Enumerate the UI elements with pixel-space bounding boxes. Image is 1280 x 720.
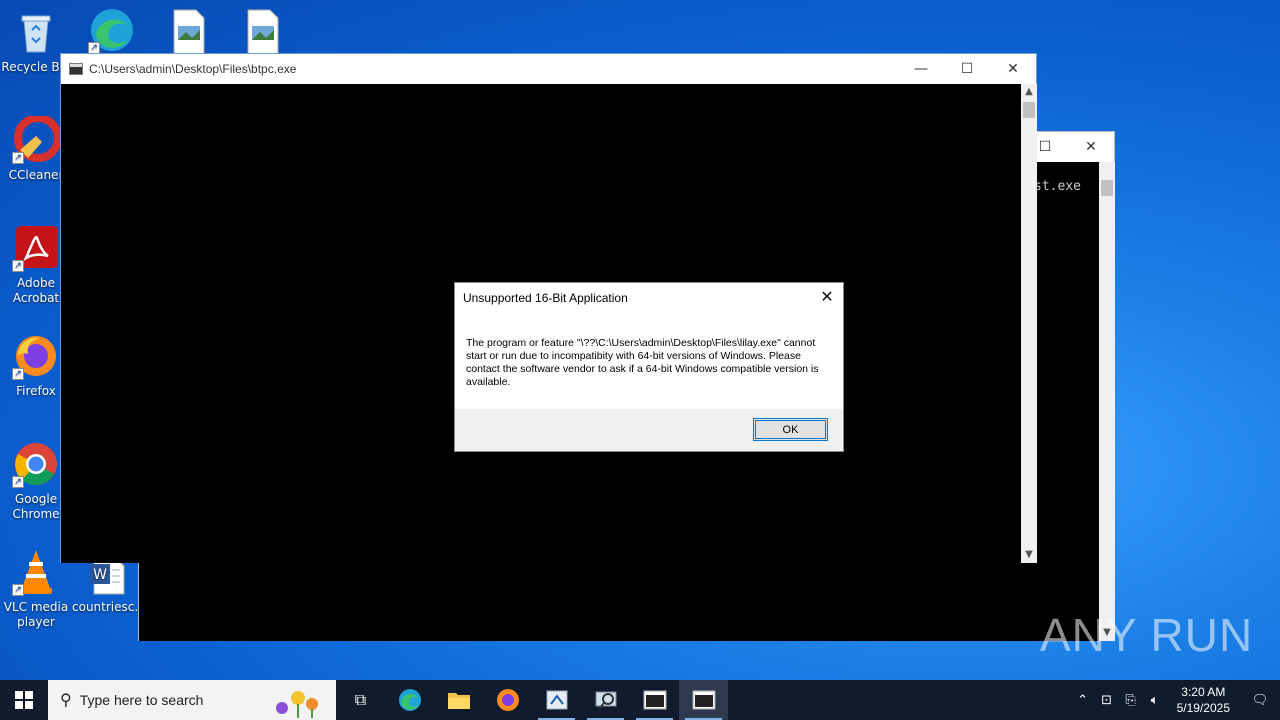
taskbar-search-box[interactable]: ⚲ Type here to search: [48, 680, 336, 720]
search-placeholder: Type here to search: [79, 692, 204, 708]
edge-icon: ↗: [88, 6, 136, 54]
close-icon[interactable]: ✕: [990, 54, 1036, 84]
ccleaner-icon: ↗: [12, 114, 62, 164]
taskbar-edge-icon[interactable]: [385, 680, 434, 720]
shortcut-arrow-icon: ↗: [12, 584, 24, 596]
firefox-icon: ↗: [12, 332, 60, 380]
watermark: ANY RUN: [1040, 609, 1254, 661]
shortcut-arrow-icon: ↗: [12, 368, 24, 380]
scrollbar-thumb[interactable]: [1101, 180, 1113, 196]
task-view-icon[interactable]: ⧉: [336, 680, 385, 720]
scroll-down-arrow-icon[interactable]: ▼: [1021, 547, 1037, 563]
notifications-icon[interactable]: 🗨︎: [1240, 693, 1280, 708]
taskbar-app-icon-1[interactable]: [532, 680, 581, 720]
clock-date: 5/19/2025: [1176, 701, 1230, 715]
clock-time: 3:20 AM: [1181, 685, 1226, 699]
start-button[interactable]: [0, 680, 48, 720]
taskbar-firefox-icon[interactable]: [483, 680, 532, 720]
shortcut-arrow-icon: ↗: [12, 476, 24, 488]
background-console-text: st.exe: [1034, 179, 1081, 194]
taskbar-console-icon-1[interactable]: [630, 680, 679, 720]
window-title: C:\Users\admin\Desktop\Files\btpc.exe: [89, 62, 297, 76]
system-tray: ⌃ ⊡ ⎘ 🔈︎ 3:20 AM 5/19/2025 🗨︎: [1071, 680, 1280, 720]
desktop-icon-label: countriesc...: [72, 600, 146, 614]
main-window-titlebar[interactable]: C:\Users\admin\Desktop\Files\btpc.exe — …: [61, 54, 1036, 84]
taskbar: ⚲ Type here to search ⧉ ⌃ ⊡ ⎘ 🔈︎ 3:20 AM…: [0, 680, 1280, 720]
vlc-icon: ↗: [12, 548, 60, 596]
dialog-close-icon[interactable]: ✕: [817, 287, 837, 307]
desktop-icon-edge[interactable]: ↗: [76, 6, 148, 58]
device-icon[interactable]: ⊡: [1095, 693, 1119, 708]
acrobat-icon: ↗: [12, 224, 60, 272]
recycle-bin-icon: [12, 8, 60, 56]
svg-text:W: W: [93, 567, 107, 583]
chrome-icon: ↗: [12, 440, 60, 488]
taskbar-clock[interactable]: 3:20 AM 5/19/2025: [1167, 684, 1240, 716]
close-icon[interactable]: ✕: [1068, 132, 1114, 162]
unsupported-app-dialog[interactable]: Unsupported 16-Bit Application ✕ The pro…: [454, 282, 844, 452]
taskbar-console-icon-2[interactable]: [679, 680, 728, 720]
dialog-footer: OK: [455, 409, 843, 451]
show-hidden-icons-chevron-icon[interactable]: ⌃: [1071, 693, 1095, 708]
desktop-icon-label: VLC media player: [3, 600, 69, 629]
volume-icon[interactable]: 🔈︎: [1143, 693, 1167, 708]
search-icon: ⚲: [60, 692, 72, 709]
taskbar-file-explorer-icon[interactable]: [434, 680, 483, 720]
scroll-up-arrow-icon[interactable]: ▲: [1021, 84, 1037, 100]
image-file-icon: [238, 8, 286, 56]
background-console-scrollbar[interactable]: ▼: [1099, 162, 1115, 641]
search-highlight-flowers-icon: [268, 684, 328, 720]
maximize-icon[interactable]: ☐: [944, 54, 990, 84]
shortcut-arrow-icon: ↗: [12, 260, 24, 272]
desktop-icon-word-doc[interactable]: W countriesc...: [72, 556, 146, 615]
taskbar-app-icon-2[interactable]: [581, 680, 630, 720]
shortcut-arrow-icon: ↗: [12, 152, 24, 164]
scrollbar-thumb[interactable]: [1023, 102, 1035, 118]
dialog-message: The program or feature "\??\C:\Users\adm…: [466, 337, 819, 388]
minimize-icon[interactable]: —: [898, 54, 944, 84]
network-icon[interactable]: ⎘: [1119, 693, 1143, 708]
main-console-scrollbar[interactable]: ▲ ▼: [1021, 84, 1037, 563]
console-app-icon: [69, 63, 83, 75]
image-file-icon: [164, 8, 212, 56]
dialog-title: Unsupported 16-Bit Application: [463, 291, 628, 305]
ok-button[interactable]: OK: [753, 418, 828, 441]
windows-logo-icon: [15, 691, 33, 709]
